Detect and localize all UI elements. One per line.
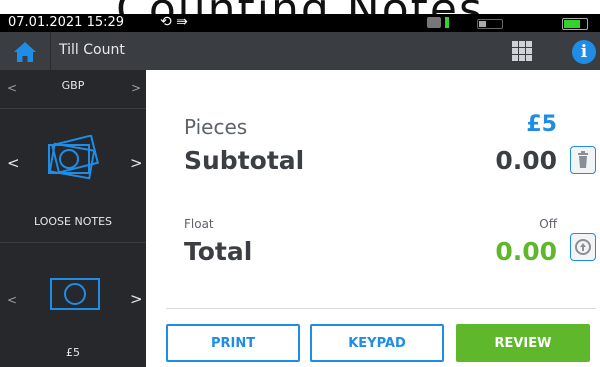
subtotal-label: Subtotal [184, 146, 305, 175]
float-label: Float [184, 217, 214, 231]
count-panel: Pieces £5 Subtotal 0.00 Float Off Total … [146, 70, 600, 367]
print-button[interactable]: PRINT [166, 324, 300, 362]
review-button[interactable]: REVIEW [456, 324, 590, 362]
page-title: Till Count [59, 42, 125, 58]
denomination-next-icon[interactable]: > [130, 290, 143, 308]
secondary-battery-icon [477, 19, 503, 29]
sidebar-item-five-pound[interactable]: < > £5 [0, 243, 146, 367]
info-icon[interactable]: i [572, 40, 596, 64]
sidebar-item-loose-notes[interactable]: < > LOOSE NOTES [0, 108, 146, 243]
note-stack-icon [44, 134, 104, 191]
printer-level-icon [445, 17, 449, 28]
keypad-button[interactable]: KEYPAD [310, 324, 444, 362]
apps-grid-icon[interactable] [512, 41, 532, 61]
denomination-prev-icon[interactable]: < [7, 293, 17, 307]
trash-icon[interactable] [570, 146, 596, 174]
home-icon[interactable] [13, 41, 37, 63]
app-header: Till Count i [0, 32, 600, 70]
sidebar: < GBP > < > LOOSE NOTES < > £5 [0, 70, 146, 367]
banknote-icon [49, 277, 101, 315]
currency-next-icon[interactable]: > [131, 81, 141, 95]
tile-label-five-pound: £5 [66, 346, 80, 359]
status-datetime: 07.01.2021 15:29 [8, 15, 125, 30]
divider [166, 308, 596, 309]
header-separator [50, 32, 51, 70]
subtotal-value: 0.00 [495, 146, 557, 175]
pieces-value: £5 [526, 112, 557, 137]
currency-label: GBP [61, 79, 85, 92]
sync-icon: ⟲ ⇛ [160, 14, 188, 30]
printer-status-icon [427, 17, 441, 28]
status-bar: 07.01.2021 15:29 ⟲ ⇛ [0, 14, 600, 32]
float-value: Off [539, 217, 557, 231]
tile-next-icon[interactable]: > [130, 154, 143, 172]
tile-prev-icon[interactable]: < [7, 154, 20, 172]
total-value: 0.00 [495, 237, 557, 266]
pieces-label: Pieces [184, 115, 248, 139]
tile-label-loose-notes: LOOSE NOTES [33, 215, 113, 228]
battery-icon [562, 18, 588, 30]
total-label: Total [184, 237, 253, 266]
currency-selector[interactable]: < GBP > [0, 70, 146, 109]
reset-icon[interactable] [570, 233, 596, 261]
